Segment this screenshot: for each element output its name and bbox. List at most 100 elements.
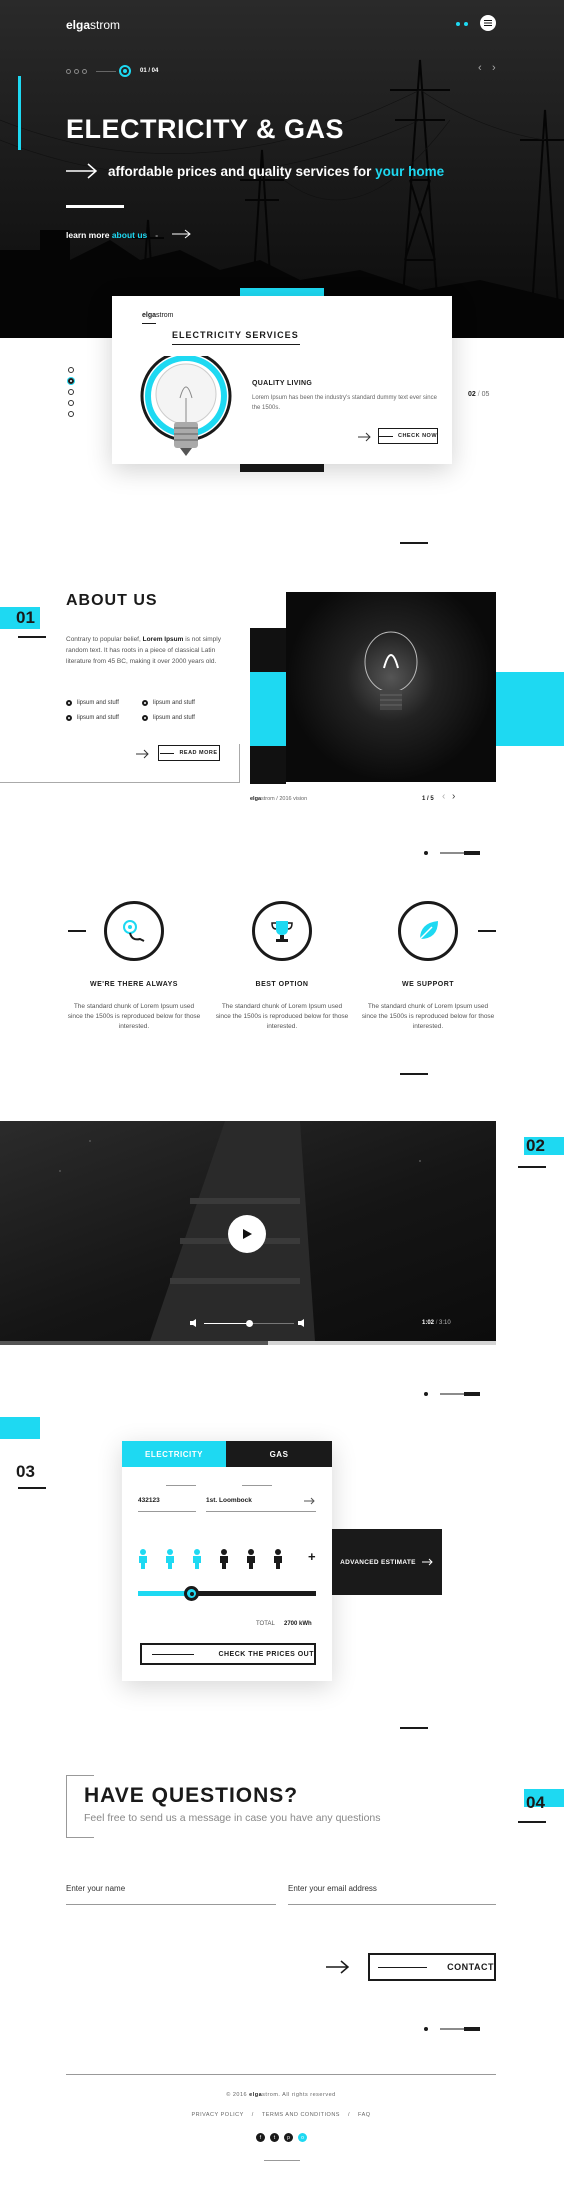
person-icon[interactable] <box>138 1549 148 1574</box>
add-person-icon[interactable]: + <box>308 1549 316 1564</box>
twitter-icon[interactable]: t <box>270 2133 279 2142</box>
counter-total: 05 <box>481 391 490 398</box>
name-input-underline <box>66 1904 276 1905</box>
arrow-right-icon[interactable] <box>304 1497 316 1505</box>
play-icon <box>243 1229 252 1239</box>
gallery-cyan-left <box>250 672 286 746</box>
footer-link-privacy[interactable]: PRIVACY POLICY <box>191 2112 243 2118</box>
features-line-left <box>68 930 86 932</box>
volume-up-icon[interactable] <box>298 1319 308 1327</box>
feature-icon-circle <box>104 901 164 961</box>
check-now-button[interactable]: CHECK NOW <box>378 428 438 444</box>
copy-b: strom. All rights reserved <box>262 2092 336 2098</box>
footer-links: PRIVACY POLICY / TERMS AND CONDITIONS / … <box>66 2112 496 2118</box>
gallery-prev-icon[interactable]: ‹ <box>442 791 445 802</box>
read-more-label: READ MORE <box>179 750 218 756</box>
copy-a: © 2016 <box>226 2092 250 2098</box>
advanced-estimate-button[interactable]: ADVANCED ESTIMATE <box>332 1529 442 1595</box>
check-prices-button[interactable]: CHECK THE PRICES OUT <box>140 1643 316 1665</box>
counter-sep: / <box>477 391 480 398</box>
check-prices-label: CHECK THE PRICES OUT <box>218 1650 314 1658</box>
person-icon[interactable] <box>165 1549 175 1574</box>
gallery-image[interactable] <box>286 592 496 782</box>
hero-divider <box>66 205 124 208</box>
feature-icon-circle <box>252 901 312 961</box>
brand-logo[interactable]: elgastrom <box>66 18 120 32</box>
gallery-caption: elgastrom / 2016 vision <box>250 796 307 802</box>
household-people-selector <box>138 1549 283 1574</box>
slide-dot[interactable] <box>68 411 74 417</box>
email-input[interactable]: Enter your email address <box>288 1884 377 1893</box>
volume-mute-icon[interactable] <box>190 1319 200 1327</box>
bullet-text: lipsum and stuff <box>77 700 119 706</box>
slide-dot[interactable] <box>68 400 74 406</box>
section-number-02: 02 <box>526 1136 545 1155</box>
video-player[interactable]: 1:02 / 3:10 <box>0 1121 496 1341</box>
arrow-right-icon <box>66 163 98 179</box>
gallery-cyan-right <box>496 672 564 746</box>
address-field[interactable]: 1st. Loombock <box>206 1497 252 1504</box>
active-slide-dot[interactable] <box>68 378 74 384</box>
gallery-next-icon[interactable]: › <box>452 791 455 802</box>
slide-dot[interactable] <box>82 68 87 74</box>
usage-slider-fill <box>138 1591 192 1596</box>
section-number-underline <box>518 1821 546 1823</box>
learn-more-link[interactable]: learn more about us - <box>66 230 158 240</box>
person-icon[interactable] <box>246 1549 256 1574</box>
next-slide-icon[interactable]: › <box>492 62 496 74</box>
arrow-right-icon <box>136 749 149 759</box>
person-icon[interactable] <box>273 1549 283 1574</box>
contact-button-label: CONTACT <box>447 1962 494 1972</box>
name-input[interactable]: Enter your name <box>66 1884 125 1893</box>
footer-sep: / <box>347 2112 351 2118</box>
gallery-counter: 1 / 5 <box>422 796 434 802</box>
email-input-underline <box>288 1904 496 1905</box>
learn-more-text: learn more <box>66 230 112 240</box>
arrow-right-icon <box>326 1960 350 1974</box>
tab-electricity[interactable]: ELECTRICITY <box>122 1441 226 1467</box>
tab-gas[interactable]: GAS <box>226 1441 332 1467</box>
slide-dot[interactable] <box>68 389 74 395</box>
contact-frame-top <box>66 1775 94 1776</box>
contact-title: HAVE QUESTIONS? <box>84 1784 299 1807</box>
field-label-line <box>166 1485 196 1486</box>
footer-link-faq[interactable]: FAQ <box>358 2112 371 2118</box>
prev-slide-icon[interactable]: ‹ <box>478 62 482 74</box>
play-button[interactable] <box>228 1215 266 1253</box>
service-item-text: Lorem Ipsum has been the industry's stan… <box>252 395 437 411</box>
slide-dot[interactable] <box>66 68 71 74</box>
glowing-bulb-image <box>364 631 418 710</box>
time-current: 1:02 <box>422 1320 435 1326</box>
features-line-right <box>478 930 496 932</box>
facebook-icon[interactable]: f <box>256 2133 265 2142</box>
about-bullet: lipsum and stuff <box>66 715 119 721</box>
lightbulb-image <box>140 356 232 456</box>
footer-link-terms[interactable]: TERMS AND CONDITIONS <box>262 2112 340 2118</box>
hero-subtitle: affordable prices and quality services f… <box>108 164 444 179</box>
contact-button[interactable]: CONTACT <box>368 1953 496 1981</box>
location-route-icon <box>123 920 145 942</box>
pinterest-icon[interactable]: p <box>284 2133 293 2142</box>
postcode-field[interactable]: 432123 <box>138 1497 160 1504</box>
instagram-icon[interactable]: o <box>298 2133 307 2142</box>
bullet-text: lipsum and stuff <box>153 700 195 706</box>
hero-slide-counter: 01 / 04 <box>140 68 159 74</box>
read-more-button[interactable]: READ MORE <box>158 745 220 761</box>
person-icon[interactable] <box>192 1549 202 1574</box>
active-slide-dot[interactable] <box>119 65 131 77</box>
slide-dot[interactable] <box>74 68 79 74</box>
video-progress-fill <box>0 1341 268 1345</box>
leaf-icon <box>419 921 438 940</box>
section-num-bg <box>0 1417 40 1439</box>
arrow-right-icon[interactable] <box>172 229 192 239</box>
volume-knob[interactable] <box>245 1320 253 1327</box>
section-divider <box>400 542 428 544</box>
hero-accent-bar <box>18 76 21 150</box>
advanced-estimate-label: ADVANCED ESTIMATE <box>340 1558 416 1566</box>
usage-slider-knob[interactable] <box>184 1586 200 1601</box>
slide-dot[interactable] <box>68 367 74 373</box>
person-icon[interactable] <box>219 1549 229 1574</box>
section-slider-indicator <box>424 851 480 855</box>
menu-button[interactable] <box>480 15 496 31</box>
section-slider-indicator <box>424 2027 480 2031</box>
